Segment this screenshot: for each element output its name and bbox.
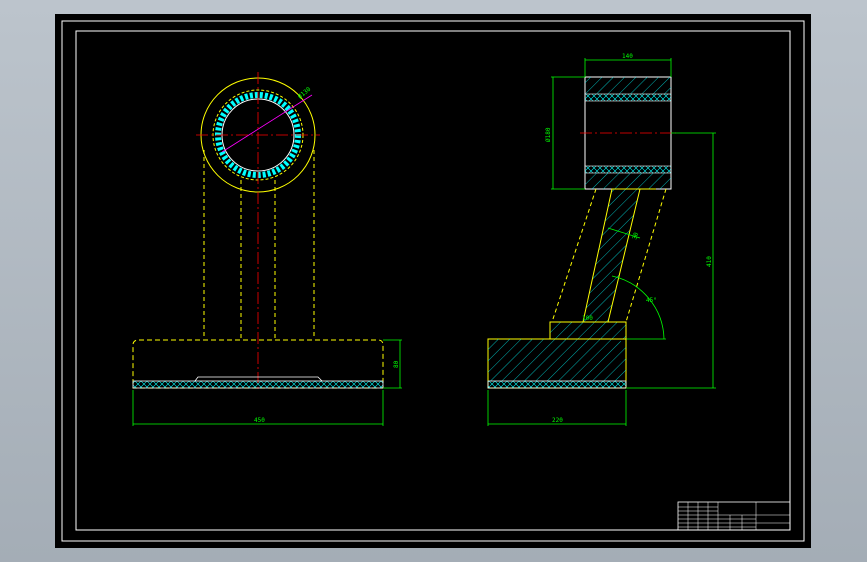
side-total-height-label: 410 (706, 256, 713, 267)
front-view: Ø130 450 80 (132, 72, 402, 426)
cad-drawing-canvas[interactable]: Ø130 450 80 30 45° 100 140 Ø180 410 220 (0, 0, 867, 562)
title-block[interactable] (677, 501, 791, 531)
outer-frame (61, 20, 805, 542)
side-web-base-label: 100 (582, 315, 593, 322)
side-web-section (582, 188, 641, 323)
front-base-width-label: 450 (254, 417, 265, 424)
front-base-groove (194, 376, 323, 382)
side-base-hatch (488, 339, 626, 381)
front-base-height-label: 80 (393, 360, 400, 368)
side-boss-hatch-bottom (585, 173, 671, 189)
side-boss-bushing-top (584, 93, 672, 102)
side-view: 30 45° 100 140 Ø180 410 220 (487, 53, 716, 426)
side-boss-hatch-top (585, 77, 671, 94)
side-boss-bushing-bottom (584, 165, 672, 174)
front-diameter-label: Ø130 (297, 86, 313, 101)
front-base-slot (132, 380, 384, 389)
side-base-slot (487, 380, 627, 389)
diameter-leader (221, 94, 313, 153)
side-base-width-label: 220 (552, 417, 563, 424)
side-top-height-label: Ø180 (545, 127, 552, 142)
side-angle-label: 45° (646, 297, 657, 304)
side-web-thickness-label: 30 (631, 231, 640, 240)
inner-frame (75, 30, 791, 531)
title-block-border (677, 501, 791, 531)
side-top-width-label: 140 (622, 53, 633, 60)
side-web-foot (549, 321, 627, 340)
